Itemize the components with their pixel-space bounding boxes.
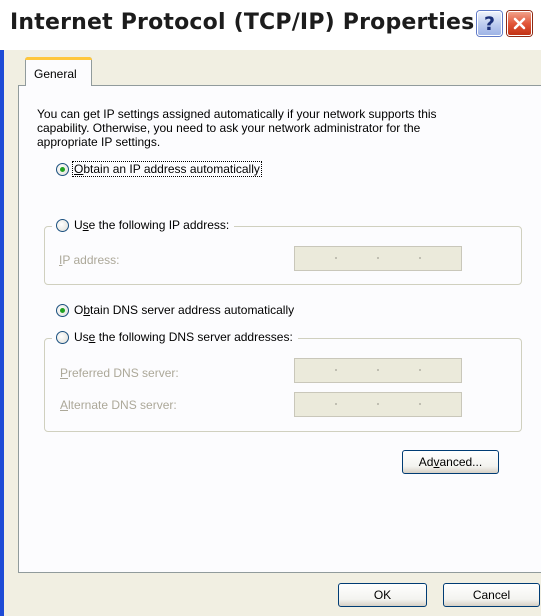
- radio-button-checked[interactable]: [56, 162, 69, 176]
- tab-general[interactable]: General: [25, 57, 92, 86]
- tab-general-label: General: [34, 67, 77, 81]
- preferred-dns-field[interactable]: [294, 358, 462, 383]
- title-bar[interactable]: Internet Protocol (TCP/IP) Properties ?: [0, 0, 541, 50]
- ok-button[interactable]: OK: [338, 583, 427, 607]
- alternate-dns-field[interactable]: [294, 392, 462, 417]
- window-frame: [0, 50, 4, 616]
- obtain-dns-automatically-radio[interactable]: Obtain DNS server address automatically: [56, 303, 295, 317]
- ip-address-field[interactable]: [294, 246, 462, 271]
- ip-address-label: IP address:: [59, 253, 120, 267]
- use-following-dns-label: Use the following DNS server addresses:: [74, 330, 293, 344]
- help-icon: ?: [483, 12, 496, 35]
- help-button[interactable]: ?: [477, 11, 502, 36]
- close-button[interactable]: [507, 11, 532, 36]
- alternate-dns-label: Alternate DNS server:: [60, 398, 177, 412]
- use-following-ip-radio[interactable]: Use the following IP address:: [52, 218, 235, 232]
- close-icon: [513, 17, 526, 30]
- window-title: Internet Protocol (TCP/IP) Properties: [10, 10, 475, 35]
- tab-highlight: [25, 57, 92, 60]
- radio-button-unchecked[interactable]: [56, 218, 69, 232]
- obtain-ip-automatically-radio[interactable]: Obtain an IP address automatically: [56, 161, 262, 177]
- radio-button-checked[interactable]: [56, 303, 69, 317]
- use-following-ip-label: Use the following IP address:: [74, 218, 230, 232]
- radio-button-unchecked[interactable]: [56, 330, 69, 344]
- use-following-dns-radio[interactable]: Use the following DNS server addresses:: [52, 330, 298, 344]
- cancel-button[interactable]: Cancel: [443, 583, 540, 607]
- intro-text: You can get IP settings assigned automat…: [37, 107, 437, 149]
- preferred-dns-label: Preferred DNS server:: [60, 366, 179, 380]
- obtain-dns-automatically-label: Obtain DNS server address automatically: [74, 303, 295, 317]
- general-tab-panel: [18, 85, 541, 573]
- advanced-button[interactable]: Ad v anced...: [402, 450, 499, 474]
- obtain-ip-automatically-label: Obtain an IP address automatically: [72, 161, 262, 177]
- dns-groupbox: [44, 338, 522, 432]
